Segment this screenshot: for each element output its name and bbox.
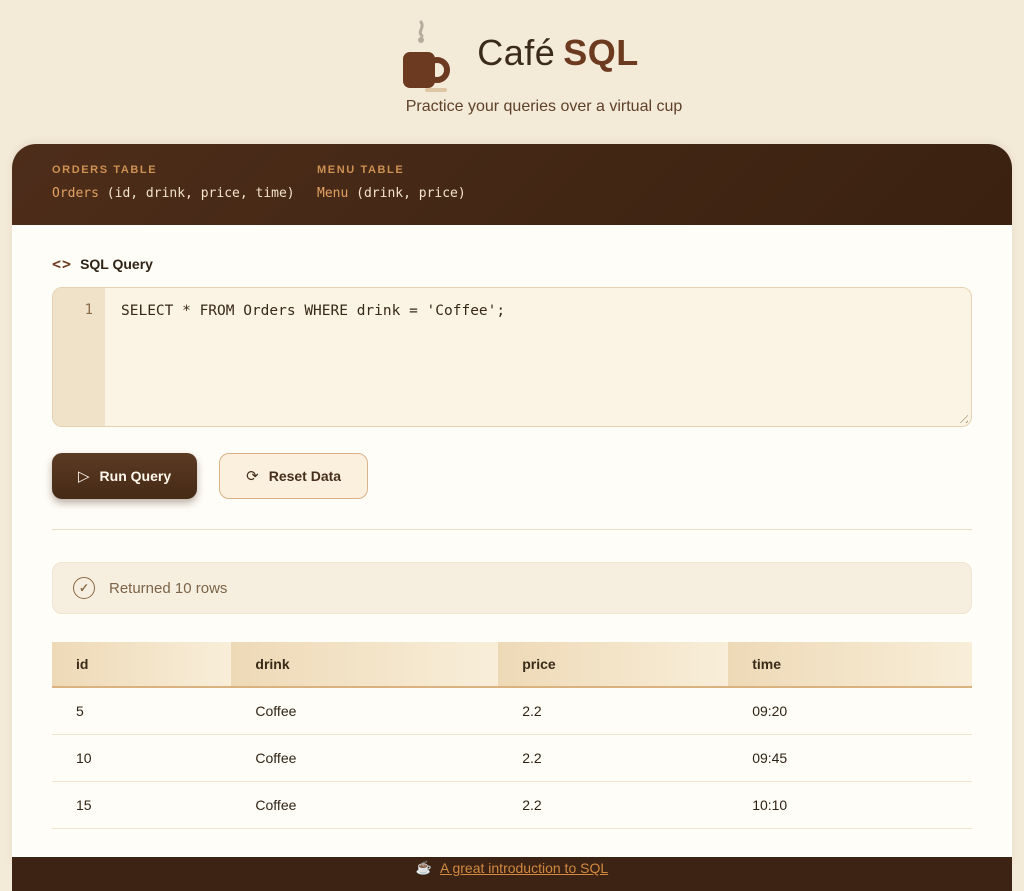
status-bar: ✓ Returned 10 rows [52,562,972,614]
menu-table-signature: Menu (drink, price) [317,186,466,201]
column-header-drink: drink [231,642,498,687]
main-card: ORDERS TABLE Orders (id, drink, price, t… [12,144,1012,864]
menu-table-heading: MENU TABLE [317,164,466,176]
check-glyph: ✓ [79,581,89,595]
page-title-bold: SQL [563,32,639,73]
reset-data-button[interactable]: ⟳ Reset Data [219,453,368,499]
coffee-emoji-icon: ☕ [416,860,432,876]
table-row: 5 Coffee 2.2 09:20 [52,687,972,735]
cell-price: 2.2 [498,782,728,829]
reset-icon: ⟳ [246,467,259,485]
table-row: 10 Coffee 2.2 09:45 [52,735,972,782]
status-message: Returned 10 rows [109,580,227,597]
editor-label-row: <> SQL Query [52,255,972,273]
orders-table-columns: (id, drink, price, time) [99,186,295,201]
play-icon: ▷ [78,467,90,485]
column-header-price: price [498,642,728,687]
orders-table-signature: Orders (id, drink, price, time) [52,186,317,201]
cell-drink: Coffee [231,735,498,782]
cell-time: 09:20 [728,687,972,735]
results-header-row: id drink price time [52,642,972,687]
table-row: 15 Coffee 2.2 10:10 [52,782,972,829]
check-circle-icon: ✓ [73,577,95,599]
cell-time: 09:45 [728,735,972,782]
cell-time: 10:10 [728,782,972,829]
column-header-id: id [52,642,231,687]
cell-id: 5 [52,687,231,735]
coffee-mug-icon [385,18,457,104]
cell-drink: Coffee [231,782,498,829]
cell-id: 10 [52,735,231,782]
sql-query-input[interactable]: SELECT * FROM Orders WHERE drink = 'Coff… [105,288,971,426]
schema-header-bar: ORDERS TABLE Orders (id, drink, price, t… [12,144,1012,225]
orders-schema: ORDERS TABLE Orders (id, drink, price, t… [52,164,317,201]
sql-editor: 1 SELECT * FROM Orders WHERE drink = 'Co… [52,287,972,427]
cell-price: 2.2 [498,735,728,782]
card-body: <> SQL Query 1 SELECT * FROM Orders WHER… [12,225,1012,859]
action-buttons: ▷ Run Query ⟳ Reset Data [52,453,972,499]
editor-heading: SQL Query [80,256,153,272]
line-number: 1 [85,302,93,318]
run-query-label: Run Query [100,468,172,484]
reset-data-label: Reset Data [269,468,341,484]
page-title: CaféSQL [477,32,639,74]
menu-schema: MENU TABLE Menu (drink, price) [317,164,466,201]
menu-table-columns: (drink, price) [348,186,465,201]
sql-intro-link[interactable]: A great introduction to SQL [440,860,608,876]
run-query-button[interactable]: ▷ Run Query [52,453,197,499]
cell-price: 2.2 [498,687,728,735]
page-title-regular: Café [477,32,555,73]
cell-id: 15 [52,782,231,829]
orders-table-heading: ORDERS TABLE [52,164,317,176]
hero-header: CaféSQL Practice your queries over a vir… [0,0,1024,116]
menu-table-name: Menu [317,186,348,201]
cell-drink: Coffee [231,687,498,735]
code-brackets-icon: <> [52,255,72,273]
footer-bar: ☕ A great introduction to SQL [12,857,1012,891]
line-number-gutter: 1 [53,288,105,426]
column-header-time: time [728,642,972,687]
orders-table-name: Orders [52,186,99,201]
results-table: id drink price time 5 Coffee 2.2 09:20 1… [52,642,972,829]
section-divider [52,529,972,530]
